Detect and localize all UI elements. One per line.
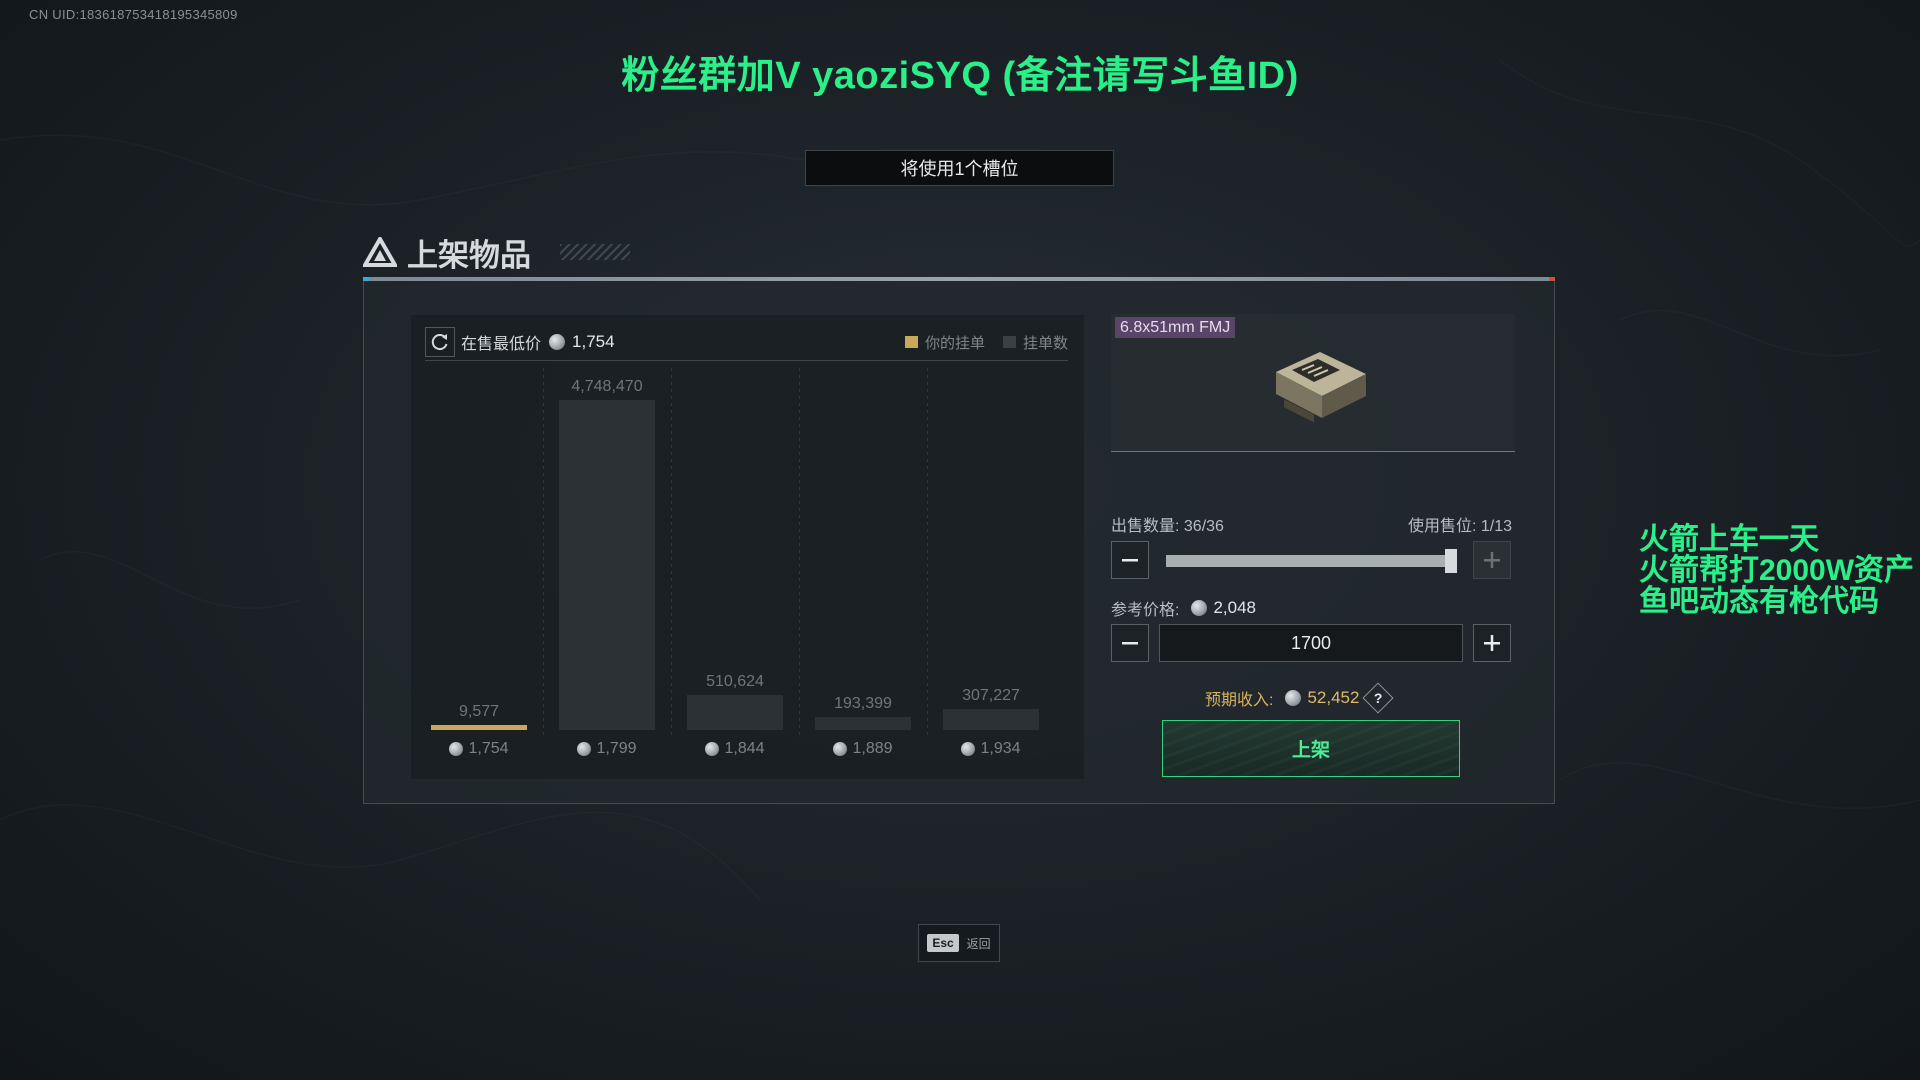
market-bar-chart: 9,577 1,754 4,748,470 1,799 510,624 1,844 193,…	[431, 368, 1071, 765]
esc-back-label: 返回	[966, 936, 991, 951]
coin-icon	[833, 741, 848, 756]
chart-gridline	[543, 368, 544, 738]
quantity-decrease-button[interactable]	[1111, 541, 1149, 579]
chart-bar-group: 4,748,470 1,799	[559, 368, 655, 765]
coin-icon	[1285, 690, 1302, 706]
plus-icon	[1484, 635, 1500, 651]
reference-price-label: 参考价格:	[1111, 602, 1180, 619]
legend-swatch	[1002, 336, 1016, 348]
chart-bar	[687, 694, 783, 730]
legend-item: 挂单数	[1002, 332, 1068, 353]
coin-icon	[577, 741, 592, 756]
expected-income-value: 52,452	[1307, 688, 1360, 707]
chart-price-tick-label: 1,934	[943, 740, 1039, 758]
price-decrease-button[interactable]	[1111, 624, 1149, 662]
expected-income: 预期收入: 52,452 ?	[1205, 682, 1395, 714]
minus-icon	[1122, 559, 1138, 562]
legend-swatch	[904, 336, 918, 348]
chart-price-tick-text: 1,754	[468, 740, 509, 757]
quantity-slider[interactable]	[1166, 549, 1457, 573]
quantity-slider-fill	[1166, 555, 1451, 567]
chart-bar	[943, 708, 1039, 730]
quantity-slider-thumb[interactable]	[1445, 549, 1457, 573]
lowest-price-value: 1,754	[572, 332, 615, 351]
legend-item: 你的挂单	[904, 332, 985, 353]
minus-icon	[1122, 642, 1138, 645]
chart-bar-group: 9,577 1,754	[431, 368, 527, 765]
chart-price-tick-text: 1,889	[852, 740, 893, 757]
price-input[interactable]	[1159, 624, 1463, 662]
refresh-icon	[431, 334, 448, 351]
coin-icon	[549, 334, 566, 350]
chart-bar	[815, 716, 911, 730]
coin-icon	[961, 741, 976, 756]
chart-price-tick-text: 1,934	[980, 740, 1021, 757]
chart-price-tick-label: 1,889	[815, 740, 911, 758]
list-item-button-label: 上架	[1291, 740, 1330, 761]
side-note-line: 鱼吧动态有枪代码	[1639, 585, 1879, 618]
chart-price-tick-text: 1,844	[724, 740, 765, 757]
chart-bar-your-listing	[431, 725, 527, 730]
plus-icon	[1484, 552, 1500, 568]
esc-back-hint[interactable]: Esc 返回	[918, 924, 1000, 962]
title-hatch-decoration	[560, 244, 630, 260]
chart-bar-value-label: 307,227	[962, 686, 1020, 704]
quantity-increase-button[interactable]	[1473, 541, 1511, 579]
stream-overlay-title: 粉丝群加V yaoziSYQ (备注请写斗鱼ID)	[621, 55, 1299, 97]
item-name-tag: 6.8x51mm FMJ	[1115, 317, 1236, 338]
legend-label: 你的挂单	[924, 334, 985, 352]
chart-price-tick-text: 1,799	[596, 740, 637, 757]
chart-bar-group: 510,624 1,844	[687, 368, 783, 765]
esc-key-icon: Esc	[927, 934, 959, 952]
market-chart-header: 在售最低价 1,754 你的挂单 挂单数	[425, 324, 1068, 361]
chart-bar-value-label: 193,399	[834, 694, 892, 712]
coin-icon	[449, 741, 464, 756]
chart-bar-group: 193,399 1,889	[815, 368, 911, 765]
chart-bar-value-label: 4,748,470	[571, 378, 643, 395]
help-icon: ?	[1374, 690, 1383, 706]
coin-icon	[1191, 600, 1208, 616]
slot-usage-label: 使用售位: 1/13	[1407, 518, 1512, 535]
refresh-button[interactable]	[425, 327, 455, 357]
slot-usage-banner: 将使用1个槽位	[805, 150, 1114, 186]
stream-side-notes: 火箭上车一天 火箭帮打2000W资产 鱼吧动态有枪代码	[1639, 524, 1914, 617]
chart-bar-value-label: 9,577	[458, 703, 500, 720]
chart-gridline	[927, 368, 928, 738]
side-note-line: 火箭帮打2000W资产	[1639, 554, 1915, 587]
reference-price-value: 2,048	[1213, 598, 1256, 617]
price-increase-button[interactable]	[1473, 624, 1511, 662]
player-uid: CN UID:183618753418195345809	[29, 7, 238, 22]
chart-gridline	[799, 368, 800, 738]
legend-label: 挂单数	[1022, 334, 1068, 352]
chart-bar-group: 307,227 1,934	[943, 368, 1039, 765]
expected-income-label: 预期收入:	[1205, 692, 1274, 709]
triangle-logo-icon	[363, 237, 397, 267]
sell-quantity-label: 出售数量: 36/36	[1111, 518, 1224, 535]
panel-title: 上架物品	[407, 237, 531, 273]
chart-price-tick-label: 1,799	[559, 740, 655, 758]
lowest-price-label: 在售最低价	[461, 336, 542, 353]
coin-icon	[705, 741, 720, 756]
side-note-line: 火箭上车一天	[1639, 523, 1819, 556]
list-item-button[interactable]: 上架	[1162, 720, 1460, 777]
help-button[interactable]: ?	[1362, 682, 1395, 714]
chart-legend: 你的挂单 挂单数	[887, 332, 1068, 353]
chart-bar	[559, 400, 655, 730]
chart-bar-value-label: 510,624	[706, 672, 764, 690]
chart-price-tick-label: 1,754	[431, 740, 527, 758]
chart-gridline	[671, 368, 672, 738]
reference-price: 参考价格: 2,048	[1111, 596, 1256, 620]
panel-header: 上架物品	[363, 230, 531, 274]
chart-price-tick-label: 1,844	[687, 740, 783, 758]
ammo-box-image	[1276, 352, 1366, 423]
